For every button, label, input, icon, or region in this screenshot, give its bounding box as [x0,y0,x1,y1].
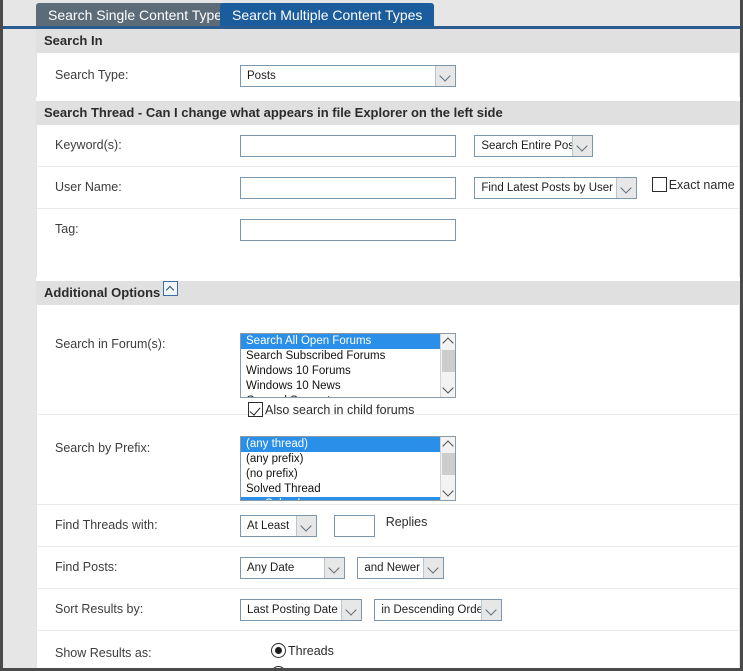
show-results-posts-radio[interactable] [271,666,286,668]
list-item[interactable]: Search All Open Forums [241,334,441,349]
search-by-prefix-label: Search by Prefix: [55,441,151,455]
threads-replies-count-input[interactable] [334,515,376,537]
sort-results-by-label: Sort Results by: [55,602,144,616]
row-search-type: Search Type: Posts [37,53,739,97]
tab-strip: Search Single Content Type Search Multip… [3,0,740,29]
section-body-additional-options: Search in Forum(s): Search All Open Foru… [36,305,740,668]
section-title-search-thread: Search Thread - Can I change what appear… [44,105,503,120]
prefix-scrollbar[interactable] [440,437,455,500]
sort-field-select[interactable]: Last Posting Date [240,599,362,621]
sort-order-select[interactable]: in Descending Order [374,599,503,621]
list-item[interactable]: (no prefix) [241,467,441,482]
search-in-forums-label: Search in Forum(s): [55,337,166,351]
prefix-listbox[interactable]: (any thread) (any prefix) (no prefix) Solve… [240,436,456,501]
list-item[interactable]: (any thread) [241,437,441,452]
section-header-additional-options: Additional Options [36,281,740,305]
main-column: Search In Search Type: Posts Search Thre… [36,29,740,668]
show-results-threads-label: Threads [288,644,334,658]
search-type-value: Posts [247,70,276,82]
scroll-up-icon[interactable] [441,437,455,452]
list-item[interactable]: Windows 10 News [241,379,441,394]
list-item[interactable]: Solved Thread [241,482,441,497]
forums-listbox[interactable]: Search All Open Forums Search Subscribed … [240,333,456,398]
replies-suffix-label: Replies [385,515,428,529]
search-page: Search Single Content Type Search Multip… [0,0,743,671]
username-mode-select[interactable]: Find Latest Posts by User [474,177,638,199]
scroll-down-icon[interactable] [441,485,455,500]
row-sort-results-by: Sort Results by: Last Posting Date in De… [37,589,739,631]
row-keywords: Keyword(s): Search Entire Posts [37,125,739,167]
forums-scrollbar[interactable] [440,334,455,397]
list-item[interactable]: Windows 10 Forums [241,364,441,379]
row-search-by-prefix: Search by Prefix: (any thread) (any prefi… [37,415,739,505]
chevron-down-icon [324,558,344,578]
scrollbar-thumb[interactable] [442,350,455,372]
row-search-in-forums: Search in Forum(s): Search All Open Foru… [37,305,739,417]
list-item[interactable]: General Support [241,394,441,397]
prefix-listbox-items: (any thread) (any prefix) (no prefix) Solve… [241,437,441,500]
section-body-search-in: Search Type: Posts [36,53,740,97]
chevron-down-icon [481,600,502,620]
row-username: User Name: Find Latest Posts by User Exa… [37,167,739,209]
find-posts-direction-value: and Newer [364,562,420,574]
row-find-threads-with: Find Threads with: At Least Replies [37,505,739,547]
chevron-down-icon [423,558,444,578]
section-header-search-thread: Search Thread - Can I change what appear… [36,101,740,125]
search-type-label: Search Type: [55,68,129,82]
exact-name-checkbox[interactable] [651,177,667,192]
chevron-down-icon [572,136,593,156]
forums-listbox-items: Search All Open Forums Search Subscribed … [241,334,441,397]
tag-label: Tag: [55,222,79,236]
tag-input[interactable] [240,219,456,241]
sort-field-value: Last Posting Date [247,604,338,616]
list-item[interactable]: Search Subscribed Forums [241,349,441,364]
section-title-search-in: Search In [44,33,103,48]
threads-replies-operator-value: At Least [247,520,290,532]
show-results-posts-label: Posts [288,667,319,668]
find-threads-with-label: Find Threads with: [55,518,158,532]
username-mode-value: Find Latest Posts by User [481,182,614,194]
chevron-down-icon [296,516,316,536]
row-show-results-as: Show Results as: Threads Posts [37,631,739,668]
find-posts-label: Find Posts: [55,560,118,574]
keywords-scope-select[interactable]: Search Entire Posts [474,135,594,157]
keywords-label: Keyword(s): [55,138,122,152]
threads-replies-operator-select[interactable]: At Least [240,515,317,537]
scroll-down-icon[interactable] [441,382,455,397]
show-results-threads-radio[interactable] [271,643,286,658]
chevron-down-icon [616,178,637,198]
left-gutter [3,29,36,668]
chevron-up-icon[interactable] [163,281,179,296]
keywords-scope-value: Search Entire Posts [481,140,583,152]
keywords-input[interactable] [240,135,456,157]
section-body-search-thread: Keyword(s): Search Entire Posts User Nam… [36,125,740,277]
find-posts-direction-select[interactable]: and Newer [357,557,445,579]
search-type-select[interactable]: Posts [240,65,456,87]
row-find-posts: Find Posts: Any Date and Newer [37,547,739,589]
show-results-as-label: Show Results as: [55,646,152,660]
section-title-additional-options: Additional Options [44,285,161,300]
find-posts-date-select[interactable]: Any Date [240,557,345,579]
list-item[interactable]: Solved [241,497,441,500]
find-posts-date-value: Any Date [247,562,295,574]
section-header-search-in: Search In [36,29,740,53]
scroll-up-icon[interactable] [441,334,455,349]
exact-name-label: Exact name [668,178,735,192]
username-label: User Name: [55,180,122,194]
username-input[interactable] [240,177,456,199]
scrollbar-thumb[interactable] [442,453,455,475]
list-item[interactable]: (any prefix) [241,452,441,467]
chevron-down-icon [435,66,455,86]
chevron-down-icon [341,600,361,620]
row-tag: Tag: [37,209,739,251]
sort-order-value: in Descending Order [381,604,487,616]
